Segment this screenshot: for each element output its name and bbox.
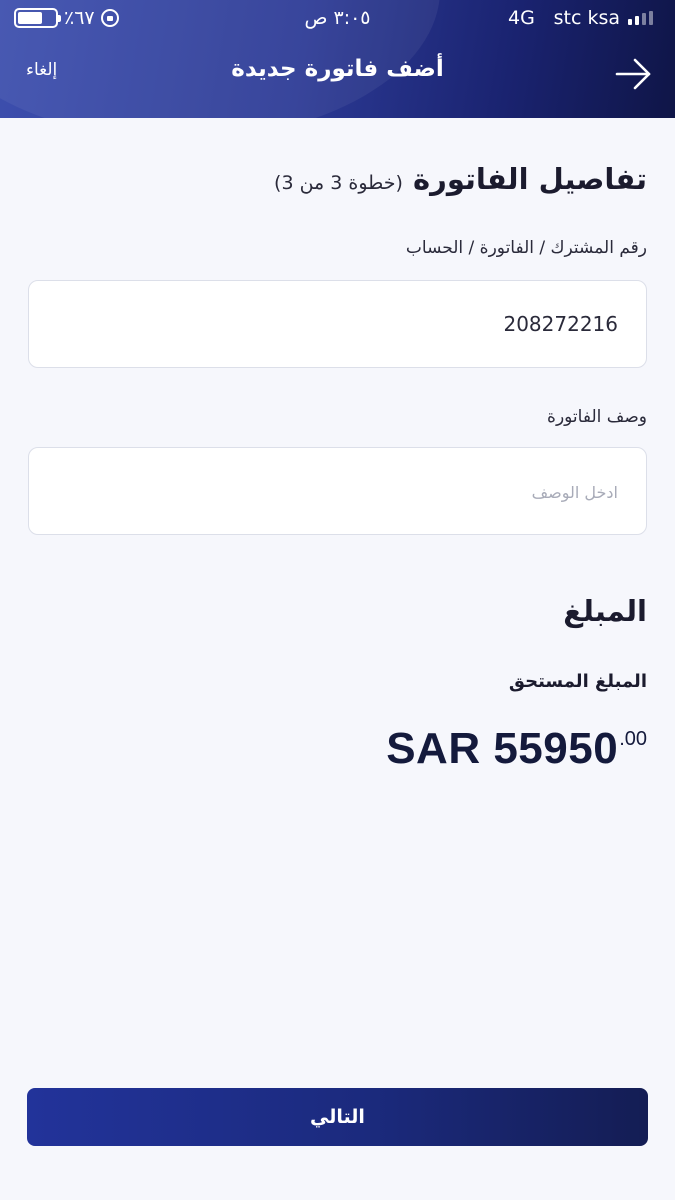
app-header: ٪٦٧ ٣:٠٥ ص 4G stc ksa إلغاء أضف فاتورة ج… (0, 0, 675, 118)
due-amount-value: SAR 55950 .00 (386, 724, 647, 774)
description-input[interactable] (28, 447, 647, 535)
status-bar: ٪٦٧ ٣:٠٥ ص 4G stc ksa (0, 0, 675, 38)
nav-bar: إلغاء أضف فاتورة جديدة (0, 40, 675, 110)
signal-icon (628, 11, 653, 25)
section-title-text: تفاصيل الفاتورة (413, 162, 647, 196)
description-label: وصف الفاتورة (547, 407, 647, 427)
invoice-details-title: تفاصيل الفاتورة (خطوة 3 من 3) (27, 162, 647, 196)
amount-title: المبلغ (563, 594, 647, 628)
due-amount-label: المبلغ المستحق (508, 671, 647, 692)
network-type: 4G (508, 7, 535, 29)
amount-decimal: .00 (619, 728, 647, 750)
step-indicator: (خطوة 3 من 3) (274, 172, 403, 194)
carrier-indicator: stc ksa (554, 7, 653, 29)
account-number-input[interactable] (28, 280, 647, 368)
next-button[interactable]: التالي (27, 1088, 648, 1146)
page-title: أضف فاتورة جديدة (231, 56, 444, 82)
back-arrow-icon[interactable] (613, 54, 653, 94)
carrier-name: stc ksa (553, 7, 620, 29)
account-label: رقم المشترك / الفاتورة / الحساب (405, 238, 647, 258)
amount-main: SAR 55950 (386, 724, 619, 773)
